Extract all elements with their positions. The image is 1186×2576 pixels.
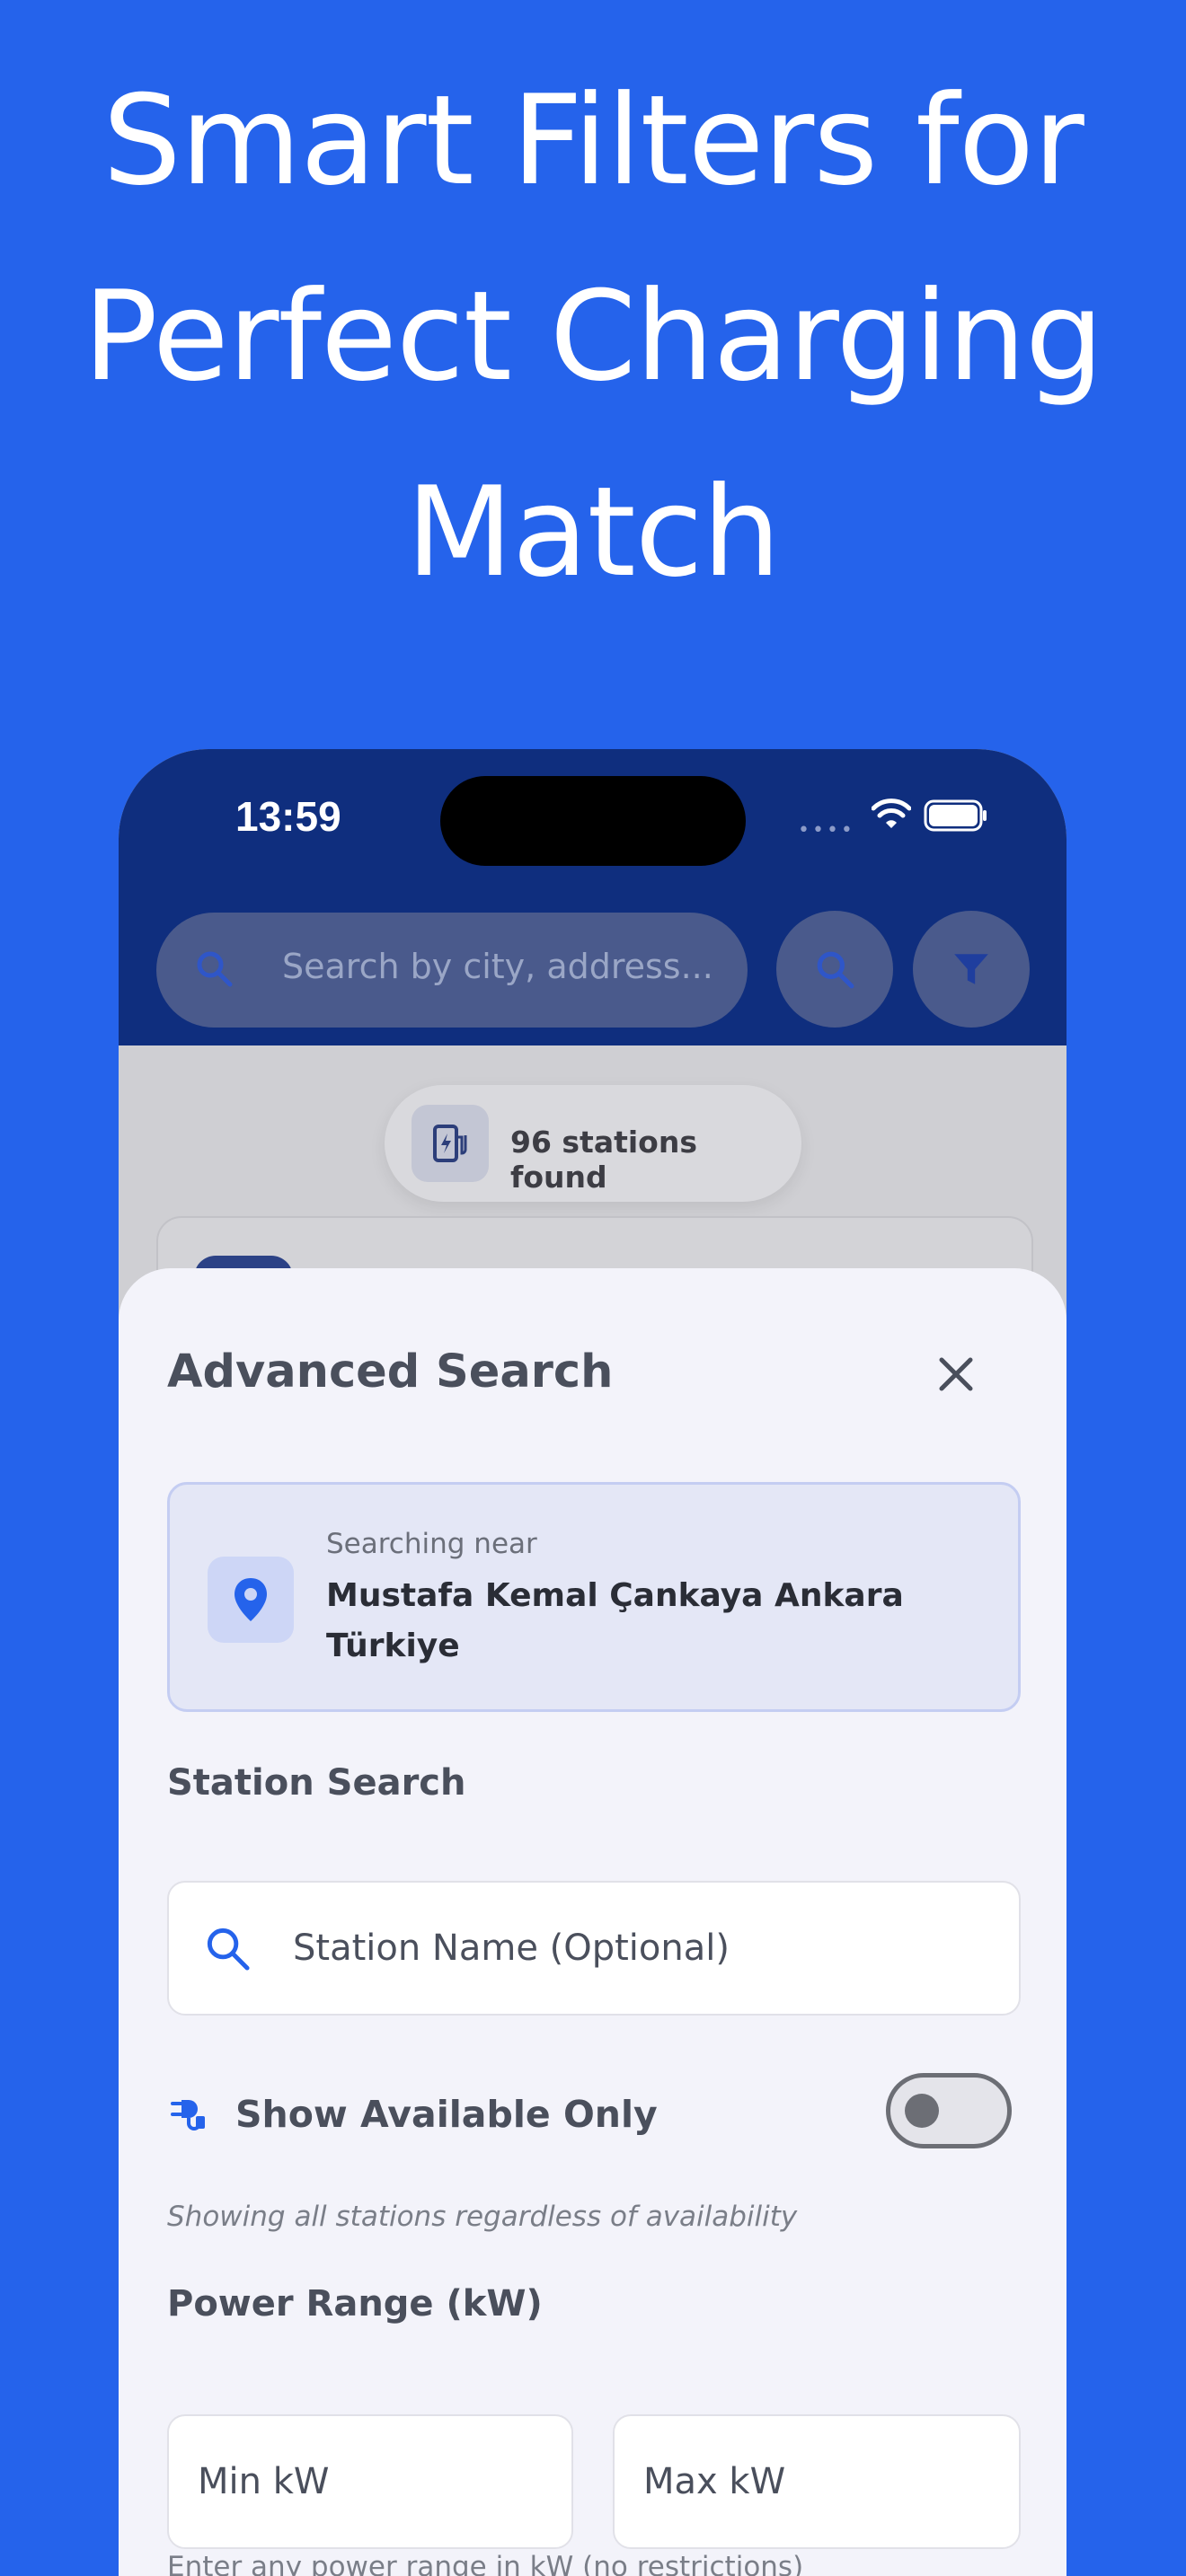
dynamic-island [440, 776, 746, 866]
close-button[interactable] [929, 1347, 983, 1401]
available-only-toggle[interactable] [886, 2073, 1012, 2148]
search-icon [817, 951, 854, 989]
station-search-label: Station Search [167, 1762, 466, 1804]
charging-station-icon [412, 1105, 489, 1182]
location-address: Mustafa Kemal Çankaya Ankara Türkiye [326, 1577, 904, 1664]
filter-button[interactable] [913, 911, 1030, 1028]
advanced-search-sheet: Advanced Search Searching near Mustafa K… [119, 1268, 1067, 2576]
funnel-icon [954, 954, 988, 984]
station-name-placeholder: Station Name (Optional) [293, 1928, 730, 1969]
search-placeholder: Search by city, address... [282, 947, 713, 986]
current-location-card: Searching near Mustafa Kemal Çankaya Ank… [167, 1482, 1021, 1712]
close-icon [939, 1357, 973, 1391]
stations-count-pill: 96 stations found [385, 1085, 801, 1202]
power-range-note: Enter any power range in kW (no restrict… [167, 2551, 804, 2576]
toggle-knob [905, 2094, 939, 2128]
sheet-title: Advanced Search [167, 1345, 614, 1398]
cellular-signal-icon: •••• [798, 819, 855, 842]
headline-line-2: Perfect Charging [83, 264, 1104, 409]
max-kw-placeholder: Max kW [643, 2461, 786, 2502]
headline-line-3: Match [405, 460, 781, 604]
station-name-input[interactable]: Station Name (Optional) [167, 1881, 1021, 2016]
wifi-icon [872, 798, 911, 828]
plug-icon [171, 2100, 205, 2130]
location-caption: Searching near [326, 1528, 537, 1560]
search-button[interactable] [776, 911, 893, 1028]
headline-line-1: Smart Filters for [102, 68, 1084, 213]
min-kw-placeholder: Min kW [198, 2461, 330, 2502]
app-header: 13:59 •••• Search by city, address... [119, 749, 1067, 1045]
location-pin-icon [208, 1557, 294, 1643]
status-icons: •••• [798, 796, 1013, 842]
power-range-label: Power Range (kW) [167, 2283, 543, 2325]
stations-count: 96 stations found [510, 1125, 697, 1195]
available-only-row: Show Available Only [167, 2066, 1021, 2165]
min-kw-input[interactable]: Min kW [167, 2414, 573, 2549]
max-kw-input[interactable]: Max kW [613, 2414, 1021, 2549]
location-search-bar[interactable]: Search by city, address... [156, 913, 748, 1028]
phone-frame: 13:59 •••• Search by city, address... 96… [119, 749, 1067, 2576]
status-time: 13:59 [235, 793, 341, 840]
promo-headline: Smart Filters for Perfect Charging Match [0, 43, 1186, 631]
available-only-label: Show Available Only [235, 2093, 658, 2136]
availability-note: Showing all stations regardless of avail… [167, 2201, 798, 2233]
battery-icon [924, 799, 987, 832]
search-icon [207, 1928, 250, 1971]
search-icon [197, 951, 233, 987]
